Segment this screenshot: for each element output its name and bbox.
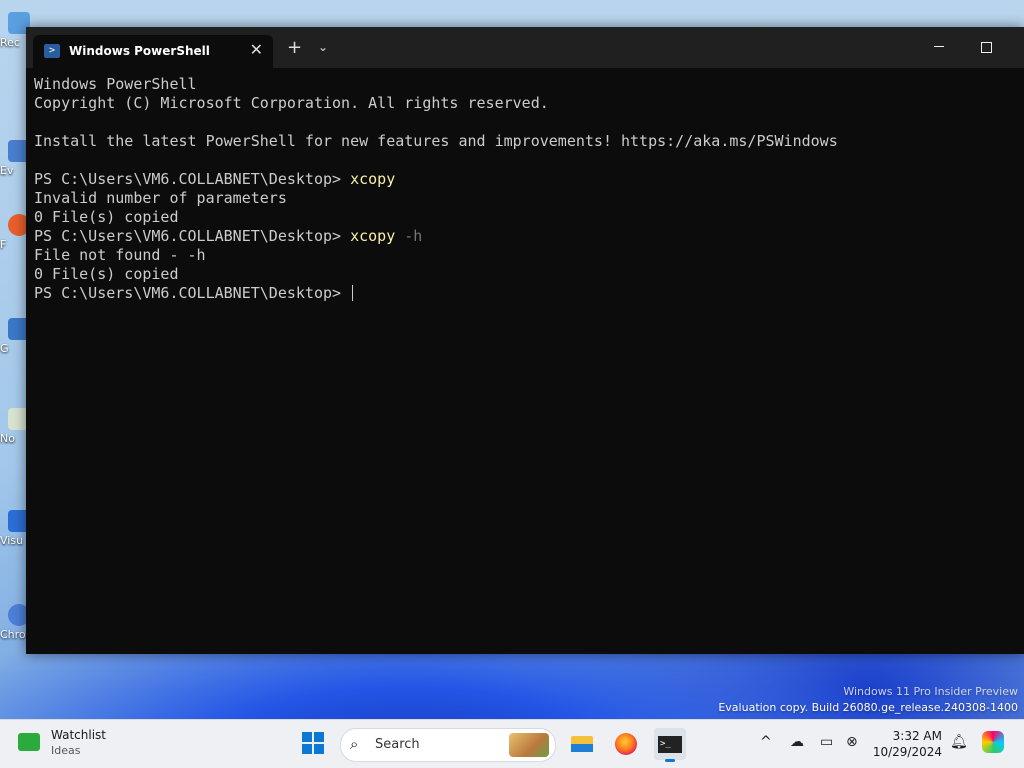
start-button[interactable] [302, 732, 324, 754]
prompt-text: PS C:\Users\VM6.COLLABNET\Desktop> [34, 284, 351, 302]
watermark-edition: Windows 11 Pro Insider Preview [843, 685, 1018, 698]
tab-windows-powershell[interactable]: > Windows PowerShell ✕ [33, 35, 273, 68]
output-line: 0 File(s) copied [34, 265, 179, 283]
display-icon[interactable]: ▭ [820, 734, 833, 750]
terminal-output[interactable]: Windows PowerShell Copyright (C) Microsof… [34, 75, 1016, 646]
prompt-line: PS C:\Users\VM6.COLLABNET\Desktop> xcopy… [34, 227, 1016, 246]
maximize-button[interactable] [962, 35, 1008, 59]
prompt-line: PS C:\Users\VM6.COLLABNET\Desktop> [34, 284, 1016, 303]
system-clock[interactable]: 3:32 AM 10/29/2024 [872, 728, 942, 760]
terminal-taskbar-button[interactable] [654, 728, 686, 762]
windows-logo-icon [302, 732, 312, 742]
show-hidden-icons-chevron[interactable]: ^ [760, 734, 772, 750]
prompt-line: PS C:\Users\VM6.COLLABNET\Desktop> xcopy [34, 170, 1016, 189]
output-line: Copyright (C) Microsoft Corporation. All… [34, 94, 549, 112]
copilot-icon[interactable] [982, 731, 1004, 753]
prompt-text: PS C:\Users\VM6.COLLABNET\Desktop> [34, 227, 351, 245]
output-line: Invalid number of parameters [34, 189, 287, 207]
clock-time: 3:32 AM [892, 729, 942, 743]
volume-muted-icon[interactable]: ⊗ [846, 734, 858, 750]
tab-title: Windows PowerShell [69, 44, 210, 58]
firefox-button[interactable] [610, 728, 642, 760]
search-highlight-image [509, 733, 549, 757]
new-tab-icon[interactable]: + [287, 39, 302, 57]
stock-chart-icon [18, 733, 40, 751]
title-bar[interactable]: > Windows PowerShell ✕ + ⌄ [26, 27, 1024, 68]
minimize-button[interactable] [916, 35, 962, 59]
widget-title: Watchlist [51, 728, 106, 742]
network-icon[interactable]: ☁ [790, 734, 804, 750]
evaluation-watermark: Windows 11 Pro Insider Preview Evaluatio… [718, 684, 1018, 716]
taskbar: Watchlist Ideas ⌕ Search ^ ☁ ▭ ⊗ 3:32 AM… [0, 719, 1024, 768]
terminal-window: > Windows PowerShell ✕ + ⌄ Windows Power… [26, 27, 1024, 654]
powershell-icon: > [44, 44, 60, 58]
widget-subtitle: Ideas [51, 744, 81, 757]
command-text: xcopy [350, 170, 396, 188]
taskbar-search[interactable]: ⌕ Search [340, 728, 556, 762]
text-cursor [352, 285, 354, 301]
prompt-text: PS C:\Users\VM6.COLLABNET\Desktop> [34, 170, 351, 188]
output-line: Windows PowerShell [34, 75, 197, 93]
command-text: xcopy [350, 227, 396, 245]
search-icon: ⌕ [350, 735, 359, 753]
close-tab-icon[interactable]: ✕ [250, 40, 263, 59]
argument-text: -h [395, 227, 423, 245]
chevron-down-icon[interactable]: ⌄ [318, 40, 328, 54]
file-explorer-button[interactable] [566, 728, 598, 760]
notification-bell-icon[interactable]: 🔔︎ [950, 734, 968, 750]
output-line: File not found - -h [34, 246, 206, 264]
clock-date: 10/29/2024 [872, 745, 942, 759]
search-label: Search [375, 737, 420, 752]
output-line: 0 File(s) copied [34, 208, 179, 226]
watermark-build: Evaluation copy. Build 26080.ge_release.… [718, 701, 1018, 714]
output-line: Install the latest PowerShell for new fe… [34, 132, 838, 150]
